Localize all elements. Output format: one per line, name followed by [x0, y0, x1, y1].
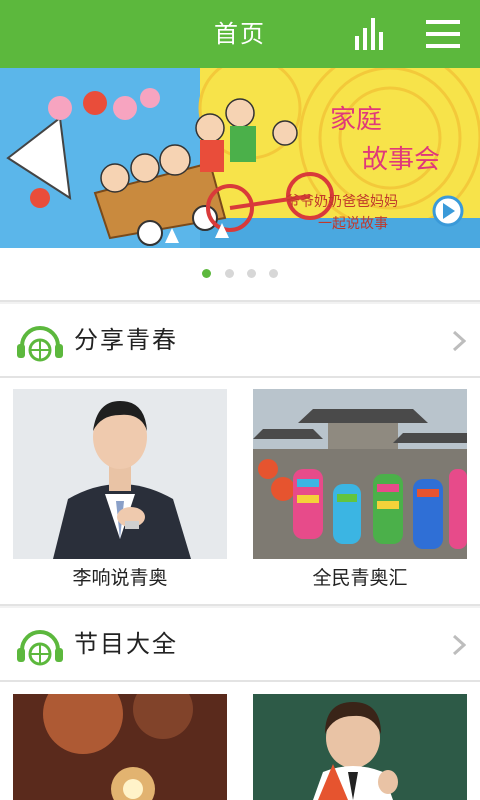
- top-app-bar: 首页: [0, 0, 480, 68]
- page-title: 首页: [214, 20, 266, 48]
- headphones-icon: [17, 630, 63, 666]
- carousel-dot-3[interactable]: [247, 269, 256, 278]
- grid-card[interactable]: [13, 694, 227, 800]
- section-header-program-list[interactable]: 节目大全: [0, 608, 480, 680]
- banner-carousel[interactable]: 家庭 故事会 爷爷奶奶爸爸妈妈 一起说故事: [0, 68, 480, 248]
- headphones-icon: [17, 326, 63, 362]
- grid-card[interactable]: 全民青奥汇: [253, 389, 467, 597]
- section-header-share-youth[interactable]: 分享青春: [0, 304, 480, 376]
- card-thumbnail: [253, 694, 467, 800]
- banner-tagline-line2: 一起说故事: [318, 216, 388, 232]
- chevron-right-icon[interactable]: [452, 330, 466, 352]
- section-title: 节目大全: [74, 630, 178, 658]
- card-caption: 全民青奥汇: [312, 567, 408, 589]
- divider: [0, 604, 480, 606]
- content-grid-share-youth: 李响说青奥 全民青奥汇: [0, 378, 480, 604]
- card-thumbnail: [13, 389, 227, 559]
- card-thumbnail: [13, 694, 227, 800]
- bar-chart-icon[interactable]: [350, 14, 390, 54]
- carousel-indicator: [0, 248, 480, 300]
- divider: [0, 300, 480, 302]
- card-thumbnail: [253, 389, 467, 559]
- carousel-dot-4[interactable]: [269, 269, 278, 278]
- banner-headline-line1: 家庭: [330, 105, 382, 135]
- grid-card[interactable]: [253, 694, 467, 800]
- banner-image: 家庭 故事会 爷爷奶奶爸爸妈妈 一起说故事: [0, 68, 480, 248]
- banner-tagline-line1: 爷爷奶奶爸爸妈妈: [286, 194, 398, 210]
- chevron-right-icon[interactable]: [452, 634, 466, 656]
- carousel-dot-2[interactable]: [225, 269, 234, 278]
- grid-card[interactable]: 李响说青奥: [13, 389, 227, 597]
- banner-headline-line2: 故事会: [362, 145, 440, 175]
- content-grid-program-list: [0, 682, 480, 800]
- carousel-dot-1[interactable]: [202, 269, 211, 278]
- section-title: 分享青春: [74, 326, 178, 354]
- card-caption: 李响说青奥: [72, 567, 168, 589]
- hamburger-menu-icon[interactable]: [424, 16, 462, 52]
